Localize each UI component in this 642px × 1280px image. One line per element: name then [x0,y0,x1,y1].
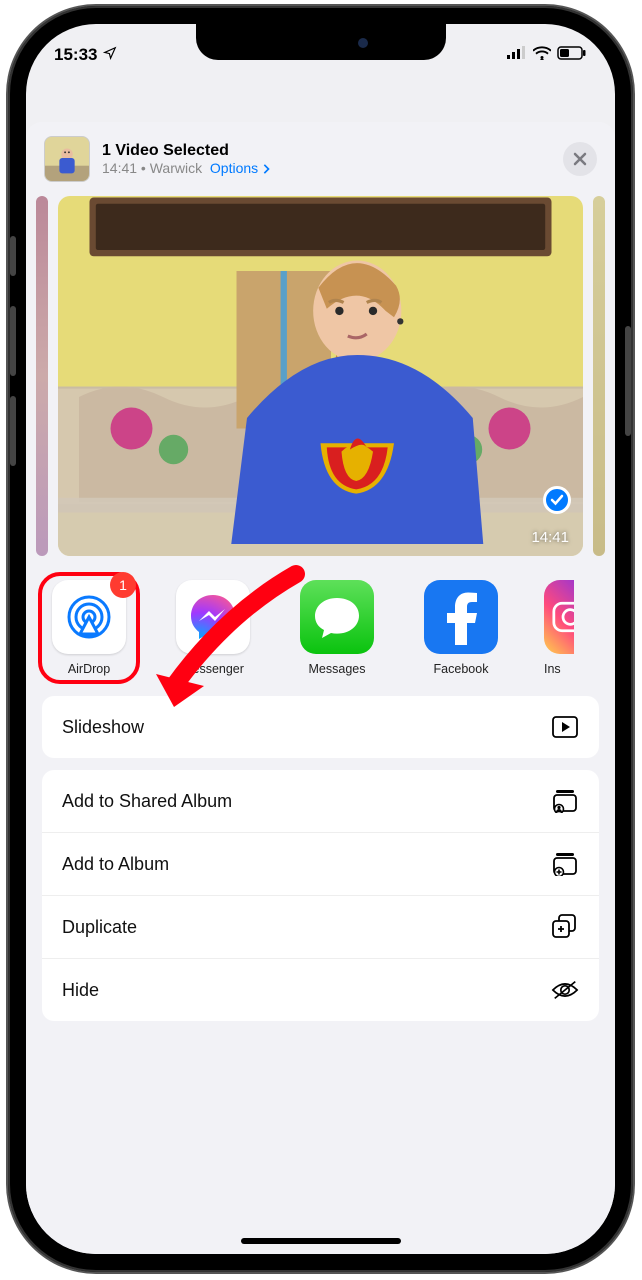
close-button[interactable] [563,142,597,176]
action-duplicate[interactable]: Duplicate [42,896,599,959]
selection-sep: • [137,160,150,176]
facebook-icon [424,580,498,654]
share-sheet: 1 Video Selected 14:41 • Warwick Options [26,122,615,1254]
messages-icon [300,580,374,654]
action-duplicate-label: Duplicate [62,917,137,938]
close-icon [573,152,587,166]
mute-switch [10,236,16,276]
options-label: Options [210,160,258,176]
preview-prev-peek[interactable] [36,196,48,556]
share-header: 1 Video Selected 14:41 • Warwick Options [26,122,615,196]
shared-album-icon [551,787,579,815]
instagram-icon [544,580,574,654]
volume-down-button [10,396,16,466]
wifi-icon [533,45,551,65]
action-slideshow[interactable]: Slideshow [42,696,599,758]
share-apps-row[interactable]: 1 AirDrop Messenger [26,556,615,696]
selection-thumbnail[interactable] [44,136,90,182]
action-add-album[interactable]: Add to Album [42,833,599,896]
preview-next-peek[interactable] [593,196,605,556]
action-group-slideshow: Slideshow [42,696,599,758]
phone-frame: 15:33 [8,6,633,1272]
instagram-label: Ins [544,662,574,676]
add-album-icon [551,850,579,878]
action-slideshow-label: Slideshow [62,717,144,738]
airdrop-label: AirDrop [68,662,110,676]
airdrop-badge: 1 [110,572,136,598]
hide-icon [551,976,579,1004]
preview-row[interactable]: 14:41 [26,196,615,556]
selection-title: 1 Video Selected [102,142,551,160]
selection-time: 14:41 [102,160,137,176]
action-group-main: Add to Shared Album Add to Album Duplica… [42,770,599,1021]
options-link[interactable]: Options [210,160,270,176]
annotation-highlight: 1 AirDrop [38,572,140,684]
notch [196,24,446,60]
selection-check-icon[interactable] [543,486,571,514]
share-app-facebook[interactable]: Facebook [420,580,502,676]
share-app-instagram[interactable]: Ins [544,580,574,676]
power-button [625,326,631,436]
action-hide[interactable]: Hide [42,959,599,1021]
battery-icon [557,45,587,65]
action-add-album-label: Add to Album [62,854,169,875]
screen: 15:33 [26,24,615,1254]
preview-duration: 14:41 [531,529,569,546]
share-app-messenger[interactable]: Messenger [172,580,254,676]
preview-main[interactable]: 14:41 [58,196,583,556]
play-icon [551,713,579,741]
volume-up-button [10,306,16,376]
share-app-messages[interactable]: Messages [296,580,378,676]
messages-label: Messages [309,662,366,676]
share-app-airdrop[interactable]: 1 AirDrop [48,580,130,676]
action-add-shared-album[interactable]: Add to Shared Album [42,770,599,833]
status-time: 15:33 [54,45,97,65]
selection-location: Warwick [150,160,202,176]
selection-subtitle: 14:41 • Warwick Options [102,160,551,176]
messenger-label: Messenger [182,662,244,676]
home-indicator[interactable] [241,1238,401,1244]
location-icon [103,45,117,65]
action-hide-label: Hide [62,980,99,1001]
duplicate-icon [551,913,579,941]
signal-icon [507,45,527,65]
facebook-label: Facebook [434,662,489,676]
action-add-shared-label: Add to Shared Album [62,791,232,812]
messenger-icon [176,580,250,654]
